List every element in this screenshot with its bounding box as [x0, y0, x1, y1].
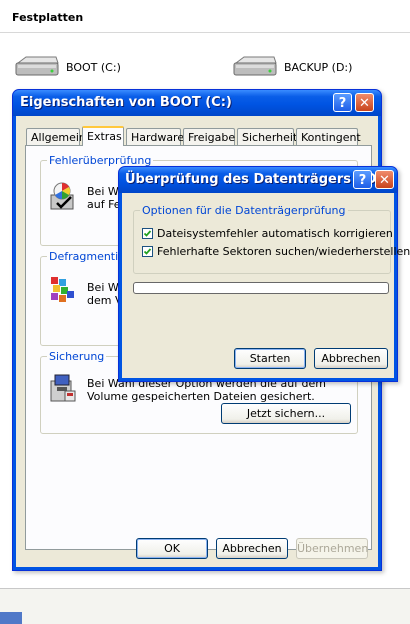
help-button[interactable]: ? [333, 93, 352, 112]
section-divider [0, 32, 410, 33]
section-heading-festplatten: Festplatten [12, 11, 84, 24]
tab-freigabe[interactable]: Freigabe [183, 128, 235, 145]
cancel-check-button[interactable]: Abbrechen [314, 348, 388, 369]
fix-errors-checkbox[interactable] [142, 228, 153, 239]
drive-label: BACKUP (D:) [284, 60, 353, 74]
check-disk-titlebar[interactable]: Überprüfung des Datenträgers BO... ? ✕ [119, 167, 397, 193]
backup-text-2: Volume gespeicherten Dateien gesichert. [87, 390, 315, 403]
ok-button[interactable]: OK [136, 538, 208, 559]
hard-drive-icon [232, 55, 278, 79]
hard-drive-icon [14, 55, 60, 79]
error-check-icon [49, 181, 77, 216]
start-button[interactable]: Starten [234, 348, 306, 369]
tab-allgemein[interactable]: Allgemein [26, 128, 86, 145]
properties-title: Eigenschaften von BOOT (C:) [20, 95, 232, 110]
help-button[interactable]: ? [353, 170, 372, 189]
group-title: Optionen für die Datenträgerprüfung [140, 204, 348, 217]
tab-sicherheit[interactable]: Sicherheit [237, 128, 297, 145]
scan-sectors-checkbox[interactable] [142, 246, 153, 257]
cancel-button[interactable]: Abbrechen [216, 538, 288, 559]
check-disk-body: Optionen für die Datenträgerprüfung Date… [122, 193, 410, 378]
tab-hardware[interactable]: Hardware [126, 128, 184, 145]
explorer-status-strip [0, 589, 410, 624]
backup-now-button[interactable]: Jetzt sichern... [221, 403, 351, 424]
option-fix-errors[interactable]: Dateisystemfehler automatisch korrigiere… [142, 227, 393, 240]
drive-item-backup[interactable]: BACKUP (D:) [232, 55, 352, 79]
option-scan-sectors[interactable]: Fehlerhafte Sektoren suchen/wiederherste… [142, 245, 410, 258]
group-title: Sicherung [47, 350, 107, 363]
tab-extras[interactable]: Extras [82, 126, 124, 146]
check-progress-bar [133, 282, 389, 294]
check-options-group: Optionen für die Datenträgerprüfung Date… [133, 204, 410, 274]
tab-kontingent[interactable]: Kontingent [296, 128, 361, 145]
check-disk-title: Überprüfung des Datenträgers BO... [125, 172, 391, 187]
apply-button[interactable]: Übernehmen [296, 538, 368, 559]
check-disk-dialog: Überprüfung des Datenträgers BO... ? ✕ O… [118, 166, 410, 382]
drive-item-boot[interactable]: BOOT (C:) [14, 55, 121, 79]
backup-icon [49, 373, 77, 408]
close-button[interactable]: ✕ [355, 93, 374, 112]
taskbar-corner [0, 612, 22, 624]
option-label: Fehlerhafte Sektoren suchen/wiederherste… [157, 245, 410, 258]
properties-titlebar[interactable]: Eigenschaften von BOOT (C:) ? ✕ [13, 90, 381, 116]
close-button[interactable]: ✕ [375, 170, 394, 189]
drive-label: BOOT (C:) [66, 60, 121, 74]
option-label: Dateisystemfehler automatisch korrigiere… [157, 227, 393, 240]
defrag-icon [49, 275, 77, 310]
